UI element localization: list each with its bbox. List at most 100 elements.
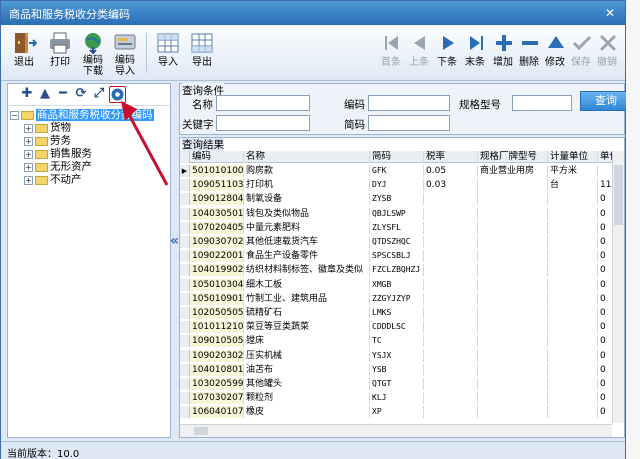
column-header[interactable]: 税率	[424, 151, 478, 163]
tree-up-icon[interactable]: ▲	[38, 87, 52, 101]
table-cell	[478, 264, 548, 277]
tree-add-icon[interactable]: ✚	[20, 87, 34, 101]
code-import-button[interactable]: 编码 导入	[111, 31, 139, 77]
table-cell: 1090203020(	[190, 349, 244, 362]
delete-button[interactable]: 删除	[517, 31, 541, 77]
table-cell: 竹制工业、建筑用品	[244, 292, 370, 305]
import-button[interactable]: 导入	[153, 31, 183, 77]
table-export-icon	[191, 33, 213, 53]
exit-button[interactable]: 退出	[9, 31, 39, 77]
scroll-thumb[interactable]	[194, 427, 208, 435]
table-cell: 其他低速载货汽车	[244, 236, 370, 248]
export-button[interactable]: 导出	[187, 31, 217, 77]
collapse-panel-icon[interactable]: «	[170, 233, 179, 249]
delete-label: 删除	[519, 57, 539, 68]
prev-record-button[interactable]: 上条	[407, 31, 431, 77]
table-cell	[478, 179, 548, 192]
add-button[interactable]: 增加	[491, 31, 515, 77]
expand-icon[interactable]: +	[24, 149, 33, 159]
expand-icon[interactable]: +	[24, 123, 33, 133]
checkmark-icon	[572, 35, 592, 51]
last-record-button[interactable]: 末条	[463, 31, 487, 77]
next-record-button[interactable]: 下条	[435, 31, 459, 77]
table-row[interactable]: 1090307020(其他低速载货汽车QTDSZHQC0	[180, 236, 624, 248]
table-cell	[424, 321, 478, 334]
panel-splitter[interactable]: «	[170, 83, 179, 438]
tree-remove-icon[interactable]: ━	[56, 87, 70, 101]
table-row[interactable]: 1040108010(油苫布YSB0	[180, 363, 624, 376]
table-row[interactable]: 1090105050(镗床TC0	[180, 335, 624, 348]
table-cell: 购房款	[244, 165, 370, 177]
current-row-icon: ▶	[180, 165, 190, 177]
table-cell: 橡皮	[244, 406, 370, 419]
row-indicator	[180, 363, 190, 376]
table-cell	[478, 406, 548, 419]
tree-node-label: 劳务	[50, 134, 71, 147]
table-row[interactable]: 1060401070(橡皮XP0	[180, 406, 624, 419]
code-input[interactable]	[368, 95, 450, 111]
table-cell: 1090307020(	[190, 236, 244, 248]
print-button[interactable]: 打印	[45, 31, 75, 77]
tree-refresh-icon[interactable]: ⟳	[74, 87, 88, 101]
table-cell: QTDSZHQC	[370, 236, 424, 248]
table-cell	[478, 207, 548, 220]
expand-icon[interactable]: +	[24, 136, 33, 146]
table-cell	[424, 307, 478, 319]
table-row[interactable]: 1010112100(菜豆等豆类蔬菜CDDDLSC0	[180, 321, 624, 334]
table-row[interactable]: 1090220010(食品生产设备零件SPSCSBLJ0	[180, 250, 624, 263]
table-row[interactable]: 1070302070(颗粒剂KLJ0	[180, 392, 624, 405]
code-download-button[interactable]: 编码 下载	[79, 31, 107, 77]
table-row[interactable]: 1090203020(压实机械YSJX0	[180, 349, 624, 362]
table-row[interactable]: 1070204050(中量元素肥料ZLYSFL0	[180, 221, 624, 234]
horizontal-scrollbar[interactable]	[180, 424, 612, 437]
table-cell: 1090128040(	[190, 193, 244, 206]
table-cell: 1070302070(	[190, 392, 244, 405]
column-header[interactable]: 规格厂牌型号	[478, 151, 548, 163]
edit-button[interactable]: 修改	[543, 31, 567, 77]
row-indicator	[180, 392, 190, 405]
table-cell: 纺织材料制标签、徽章及类似	[244, 264, 370, 277]
save-button[interactable]: 保存	[569, 31, 593, 77]
table-row[interactable]: 1050109010(竹制工业、建筑用品ZZGYJZYP0	[180, 292, 624, 305]
row-indicator	[180, 406, 190, 419]
expand-icon[interactable]: +	[24, 162, 33, 172]
cancel-button[interactable]: 撤销	[595, 31, 619, 77]
abbr-input[interactable]	[368, 115, 450, 131]
collapse-icon[interactable]: −	[10, 110, 19, 120]
table-row[interactable]: 1090511030(打印机DYJ0.03台117	[180, 179, 624, 192]
spec-input[interactable]	[512, 95, 572, 111]
table-cell	[478, 363, 548, 376]
table-cell: 1090220010(	[190, 250, 244, 263]
first-record-button[interactable]: 首条	[379, 31, 403, 77]
table-row[interactable]: 1050103040(细木工板XMGB0	[180, 278, 624, 291]
search-button[interactable]: 查询	[580, 91, 632, 111]
table-row[interactable]: 1090128040(制氧设备ZYSB0	[180, 193, 624, 206]
annotation-arrow	[121, 101, 169, 186]
scroll-thumb[interactable]	[614, 165, 623, 225]
table-cell: 0.05	[424, 165, 478, 177]
table-cell: 1040108010(	[190, 363, 244, 376]
column-header[interactable]: 简码	[370, 151, 424, 163]
table-cell	[548, 378, 598, 390]
name-input[interactable]	[216, 95, 310, 111]
vertical-scrollbar[interactable]	[612, 151, 624, 423]
column-header[interactable]: 编码	[190, 151, 244, 163]
row-indicator	[180, 221, 190, 234]
column-header[interactable]: 计量单位	[548, 151, 598, 163]
table-row[interactable]: 1040305010(钱包及类似物品QBJLSWP0	[180, 207, 624, 220]
tree-expand-icon[interactable]: ⤢	[92, 87, 106, 101]
column-header[interactable]: 名称	[244, 151, 370, 163]
result-panel: 查询结果 编码名称简码税率规格厂牌型号计量单位单价 ▶5010101000(购房款…	[179, 137, 625, 438]
table-cell: 细木工板	[244, 278, 370, 291]
add-label: 增加	[493, 57, 513, 68]
expand-icon[interactable]: +	[24, 175, 33, 185]
table-row[interactable]: 1030205990(其他罐头QTGT0	[180, 378, 624, 390]
table-row[interactable]: 1020505050(硫精矿石LMKS0	[180, 307, 624, 319]
close-icon[interactable]: ✕	[601, 5, 619, 21]
keyword-input[interactable]	[216, 115, 310, 131]
table-row[interactable]: ▶5010101000(购房款GFK0.05商业营业用房平方米	[180, 165, 624, 177]
table-cell	[548, 321, 598, 334]
next-record-label: 下条	[437, 57, 457, 68]
table-row[interactable]: 1040199020(纺织材料制标签、徽章及类似FZCLZBQHZJ0	[180, 264, 624, 277]
table-cell	[478, 250, 548, 263]
